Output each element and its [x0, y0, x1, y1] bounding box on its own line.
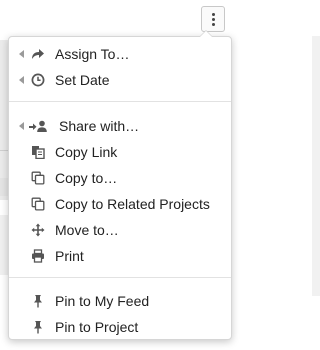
- more-options-button[interactable]: [201, 6, 225, 32]
- menu-item-move-to[interactable]: Move to…: [9, 218, 231, 242]
- copy-icon: [30, 196, 46, 212]
- menu-item-label: Set Date: [55, 72, 110, 88]
- kebab-vertical-icon: [211, 12, 215, 16]
- menu-separator: [9, 101, 231, 102]
- menu-item-assign-to[interactable]: Assign To…: [9, 42, 231, 66]
- menu-item-set-date[interactable]: Set Date: [9, 68, 231, 92]
- submenu-arrow-icon: [19, 76, 24, 84]
- menu-item-pin-to-my-feed[interactable]: Pin to My Feed: [9, 289, 231, 313]
- menu-item-label: Print: [55, 248, 84, 264]
- menu-item-print[interactable]: Print: [9, 244, 231, 268]
- background-right-panel: [312, 36, 320, 296]
- menu-item-label: Copy Link: [55, 144, 118, 160]
- share-arrow-icon: [30, 46, 46, 62]
- menu-item-copy-to-related-projects[interactable]: Copy to Related Projects: [9, 192, 231, 216]
- menu-item-pin-to-project[interactable]: Pin to Project: [9, 315, 231, 339]
- menu-separator: [9, 277, 231, 278]
- menu-item-label: Copy to Related Projects: [55, 196, 210, 212]
- menu-item-label: Move to…: [55, 222, 119, 238]
- share-user-icon: [28, 118, 48, 134]
- context-menu: Assign To… Set Date Share with… Copy Lin…: [8, 30, 232, 340]
- pin-icon: [30, 293, 46, 309]
- pin-icon: [30, 319, 46, 335]
- submenu-arrow-icon: [19, 50, 24, 58]
- menu-item-label: Share with…: [59, 118, 140, 134]
- menu-item-label: Assign To…: [55, 46, 130, 62]
- print-icon: [30, 248, 46, 264]
- menu-item-label: Pin to Project: [55, 319, 139, 335]
- submenu-arrow-icon: [19, 122, 24, 130]
- clock-icon: [30, 72, 46, 88]
- menu-caret: [199, 30, 213, 37]
- menu-item-label: Copy to…: [55, 170, 118, 186]
- menu-item-label: Pin to My Feed: [55, 293, 150, 309]
- copy-icon: [30, 170, 46, 186]
- menu-item-share-with[interactable]: Share with…: [9, 114, 231, 138]
- menu-item-copy-to[interactable]: Copy to…: [9, 166, 231, 190]
- move-icon: [30, 222, 46, 238]
- copy-link-icon: [30, 144, 46, 160]
- menu-item-copy-link[interactable]: Copy Link: [9, 140, 231, 164]
